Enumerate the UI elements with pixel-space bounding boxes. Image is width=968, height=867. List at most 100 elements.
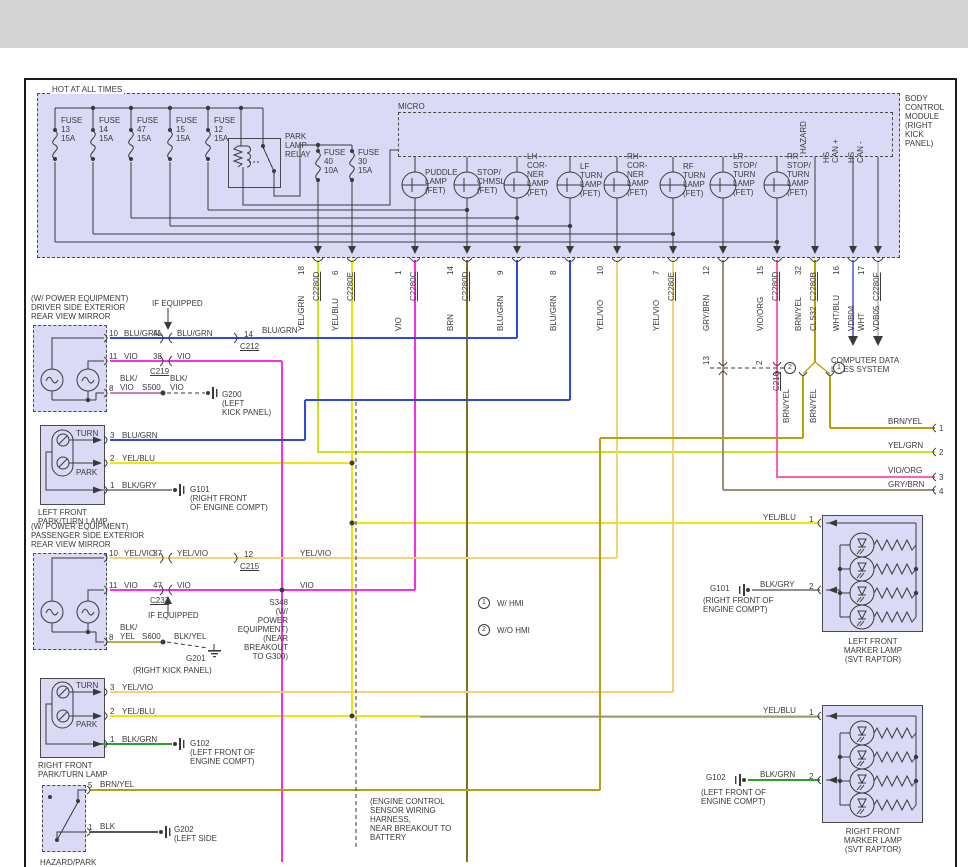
wire-color-label: BLU/GRN	[496, 295, 505, 331]
wire-color-label: VIO	[300, 581, 314, 590]
pin-number: 47	[153, 581, 162, 590]
pin-number: 18	[297, 266, 306, 275]
puddle-lamp-fet-label: PUDDLE LAMP (FET)	[425, 168, 457, 195]
wire-color-label: YEL/VIO	[124, 549, 155, 558]
rf-turn-lamp-fet-label: RF TURN LAMP (FET)	[683, 162, 705, 198]
pin-number: 15	[756, 266, 765, 275]
note-1-text: W/ HMI	[497, 599, 524, 608]
pin-number: 1	[88, 823, 92, 832]
if-equipped-label: IF EQUIPPED	[152, 299, 203, 308]
wire-color-label: VIO	[124, 581, 138, 590]
connector-label[interactable]: C2280E	[667, 272, 676, 301]
hs-can-plus-label: HS CAN +	[822, 139, 840, 163]
wire-color-label: VIO/ORG	[888, 466, 922, 475]
ground-label: G201	[186, 654, 206, 663]
pin-number: 12	[702, 266, 711, 275]
pin-number: 8	[109, 633, 113, 642]
connector-label[interactable]: C219	[150, 367, 169, 376]
pin-number: 16	[832, 266, 841, 275]
lr-stop-turn-lamp-fet-label: LR STOP/ TURN LAMP (FET)	[733, 152, 757, 197]
pin-number: 10	[109, 549, 118, 558]
pin-number: 1	[110, 735, 114, 744]
fuse-40-label: FUSE 40 10A	[324, 148, 345, 175]
pin-number: 2	[755, 361, 764, 365]
wire-color-label: BLK/ VIO	[170, 374, 187, 392]
harness-note: (ENGINE CONTROL SENSOR WIRING HARNESS, N…	[370, 797, 451, 842]
pin-number: 13	[702, 356, 711, 365]
wire-color-label: VIO/ORG	[756, 297, 765, 331]
pin-number: 11	[109, 581, 117, 590]
wire-color-label: BLK/ VIO	[120, 374, 137, 392]
wire-color-label: BRN/YEL	[782, 389, 791, 423]
connector-label[interactable]: C2280D	[312, 272, 321, 301]
pin-number: 1	[394, 271, 403, 275]
wire-color-label: YEL/VIO	[300, 549, 331, 558]
ground-location-label: (RIGHT KICK PANEL)	[133, 666, 212, 675]
wire-color-label: WHT/BLU	[832, 295, 841, 331]
pin-number: 12	[244, 550, 253, 559]
wire-color-label: GRY/BRN	[702, 295, 711, 331]
fuse-12-label: FUSE 12 15A	[214, 116, 235, 143]
stop-chmsl-fet-label: STOP/ CHMSL (FET)	[477, 168, 505, 195]
fuse-14-label: FUSE 14 15A	[99, 116, 120, 143]
hs-can-minus-label: HS CAN -	[847, 141, 865, 163]
connector-label[interactable]: C237	[150, 596, 169, 605]
rr-stop-turn-lamp-fet-label: RR STOP/ TURN LAMP (FET)	[787, 152, 811, 197]
wire-color-label: YEL/BLU	[763, 706, 796, 715]
wire-color-label: BLU/GRN	[122, 431, 158, 440]
wire-color-label: YEL/VIO	[122, 683, 153, 692]
wire-color-label: YEL/BLU	[763, 513, 796, 522]
wire-color-label: BRN/YEL	[888, 417, 922, 426]
fuse-13-label: FUSE 13 15A	[61, 116, 82, 143]
connector-label[interactable]: C2280B	[809, 272, 818, 301]
ground-label: G102 (LEFT FRONT OF ENGINE COMPT)	[190, 739, 255, 766]
ground-label: G102	[706, 773, 726, 782]
circuit-label: CLS32	[809, 307, 818, 331]
connector-label[interactable]: C2280F	[872, 273, 881, 301]
wire-color-label: BLK/GRN	[122, 735, 157, 744]
wire-color-label: BRN/YEL	[100, 780, 134, 789]
splice-s348-label: S348 (W/ POWER EQUIPMENT) (NEAR BREAKOUT…	[228, 598, 288, 661]
pin-number: 17	[857, 266, 866, 275]
pin-number: 8	[109, 384, 113, 393]
pin-number: 1	[809, 515, 813, 524]
circuit-label: VDB04	[847, 306, 856, 331]
ground-location-label: (LEFT FRONT OF ENGINE COMPT)	[701, 788, 766, 806]
pin-number: 2	[110, 454, 114, 463]
pin-number: 8	[549, 271, 558, 275]
turn-filament-label: TURN	[76, 429, 98, 438]
wire-color-label: BRN	[446, 314, 455, 331]
connector-label[interactable]: C216	[772, 372, 781, 391]
left-marker-lamp-label: LEFT FRONT MARKER LAMP (SVT RAPTOR)	[823, 637, 923, 664]
lf-turn-lamp-fet-label: LF TURN LAMP (FET)	[580, 162, 602, 198]
ground-label: G202 (LEFT SIDE	[174, 825, 217, 843]
wire-color-label: YEL/GRN	[297, 296, 306, 331]
pin-number: 14	[244, 330, 253, 339]
wire-color-label: VIO	[124, 352, 138, 361]
wire-color-label: VIO	[177, 581, 191, 590]
connector-label[interactable]: C215	[240, 562, 259, 571]
connector-label[interactable]: C2280C	[409, 272, 418, 301]
wire-color-label: YEL/VIO	[177, 549, 208, 558]
right-park-turn-lamp-label: RIGHT FRONT PARK/TURN LAMP	[38, 761, 108, 779]
ground-label: G101	[710, 584, 730, 593]
splice-option-2-badge: 2	[784, 362, 796, 374]
connector-label[interactable]: C2280D	[461, 272, 470, 301]
pin-number: 6	[331, 271, 340, 275]
wire-color-label: BLK	[100, 822, 115, 831]
connector-label[interactable]: C2280D	[771, 272, 780, 301]
pin-number: 2	[809, 772, 813, 781]
park-filament-label: PARK	[76, 468, 97, 477]
pin-number: 3	[110, 683, 114, 692]
pin-number: 3	[110, 431, 114, 440]
if-equipped-label: IF EQUIPPED	[148, 611, 199, 620]
connector-label[interactable]: C212	[240, 342, 259, 351]
note-2-badge: 2	[478, 624, 490, 636]
park-filament-label: PARK	[76, 720, 97, 729]
connector-label[interactable]: C2280E	[346, 272, 355, 301]
fuse-47-label: FUSE 47 15A	[137, 116, 158, 143]
hot-at-all-times-label: HOT AT ALL TIMES	[50, 85, 124, 94]
wire-color-label: BLU/GRN	[177, 329, 213, 338]
wire-color-label: BLU/GRN	[549, 295, 558, 331]
wire-color-label: YEL/BLU	[122, 454, 155, 463]
